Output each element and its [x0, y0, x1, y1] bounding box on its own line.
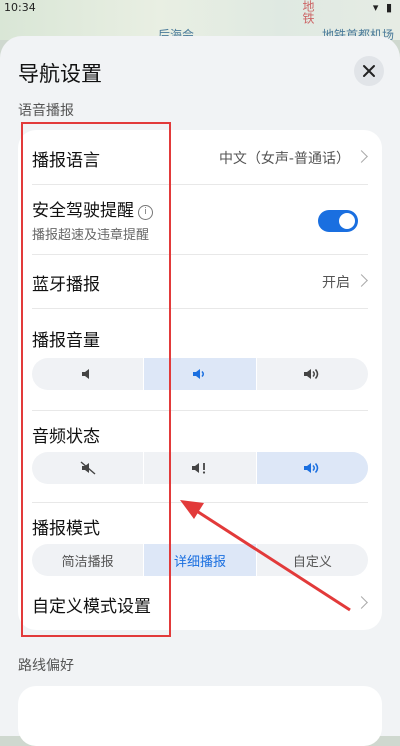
annotation-arrow: [180, 500, 351, 612]
